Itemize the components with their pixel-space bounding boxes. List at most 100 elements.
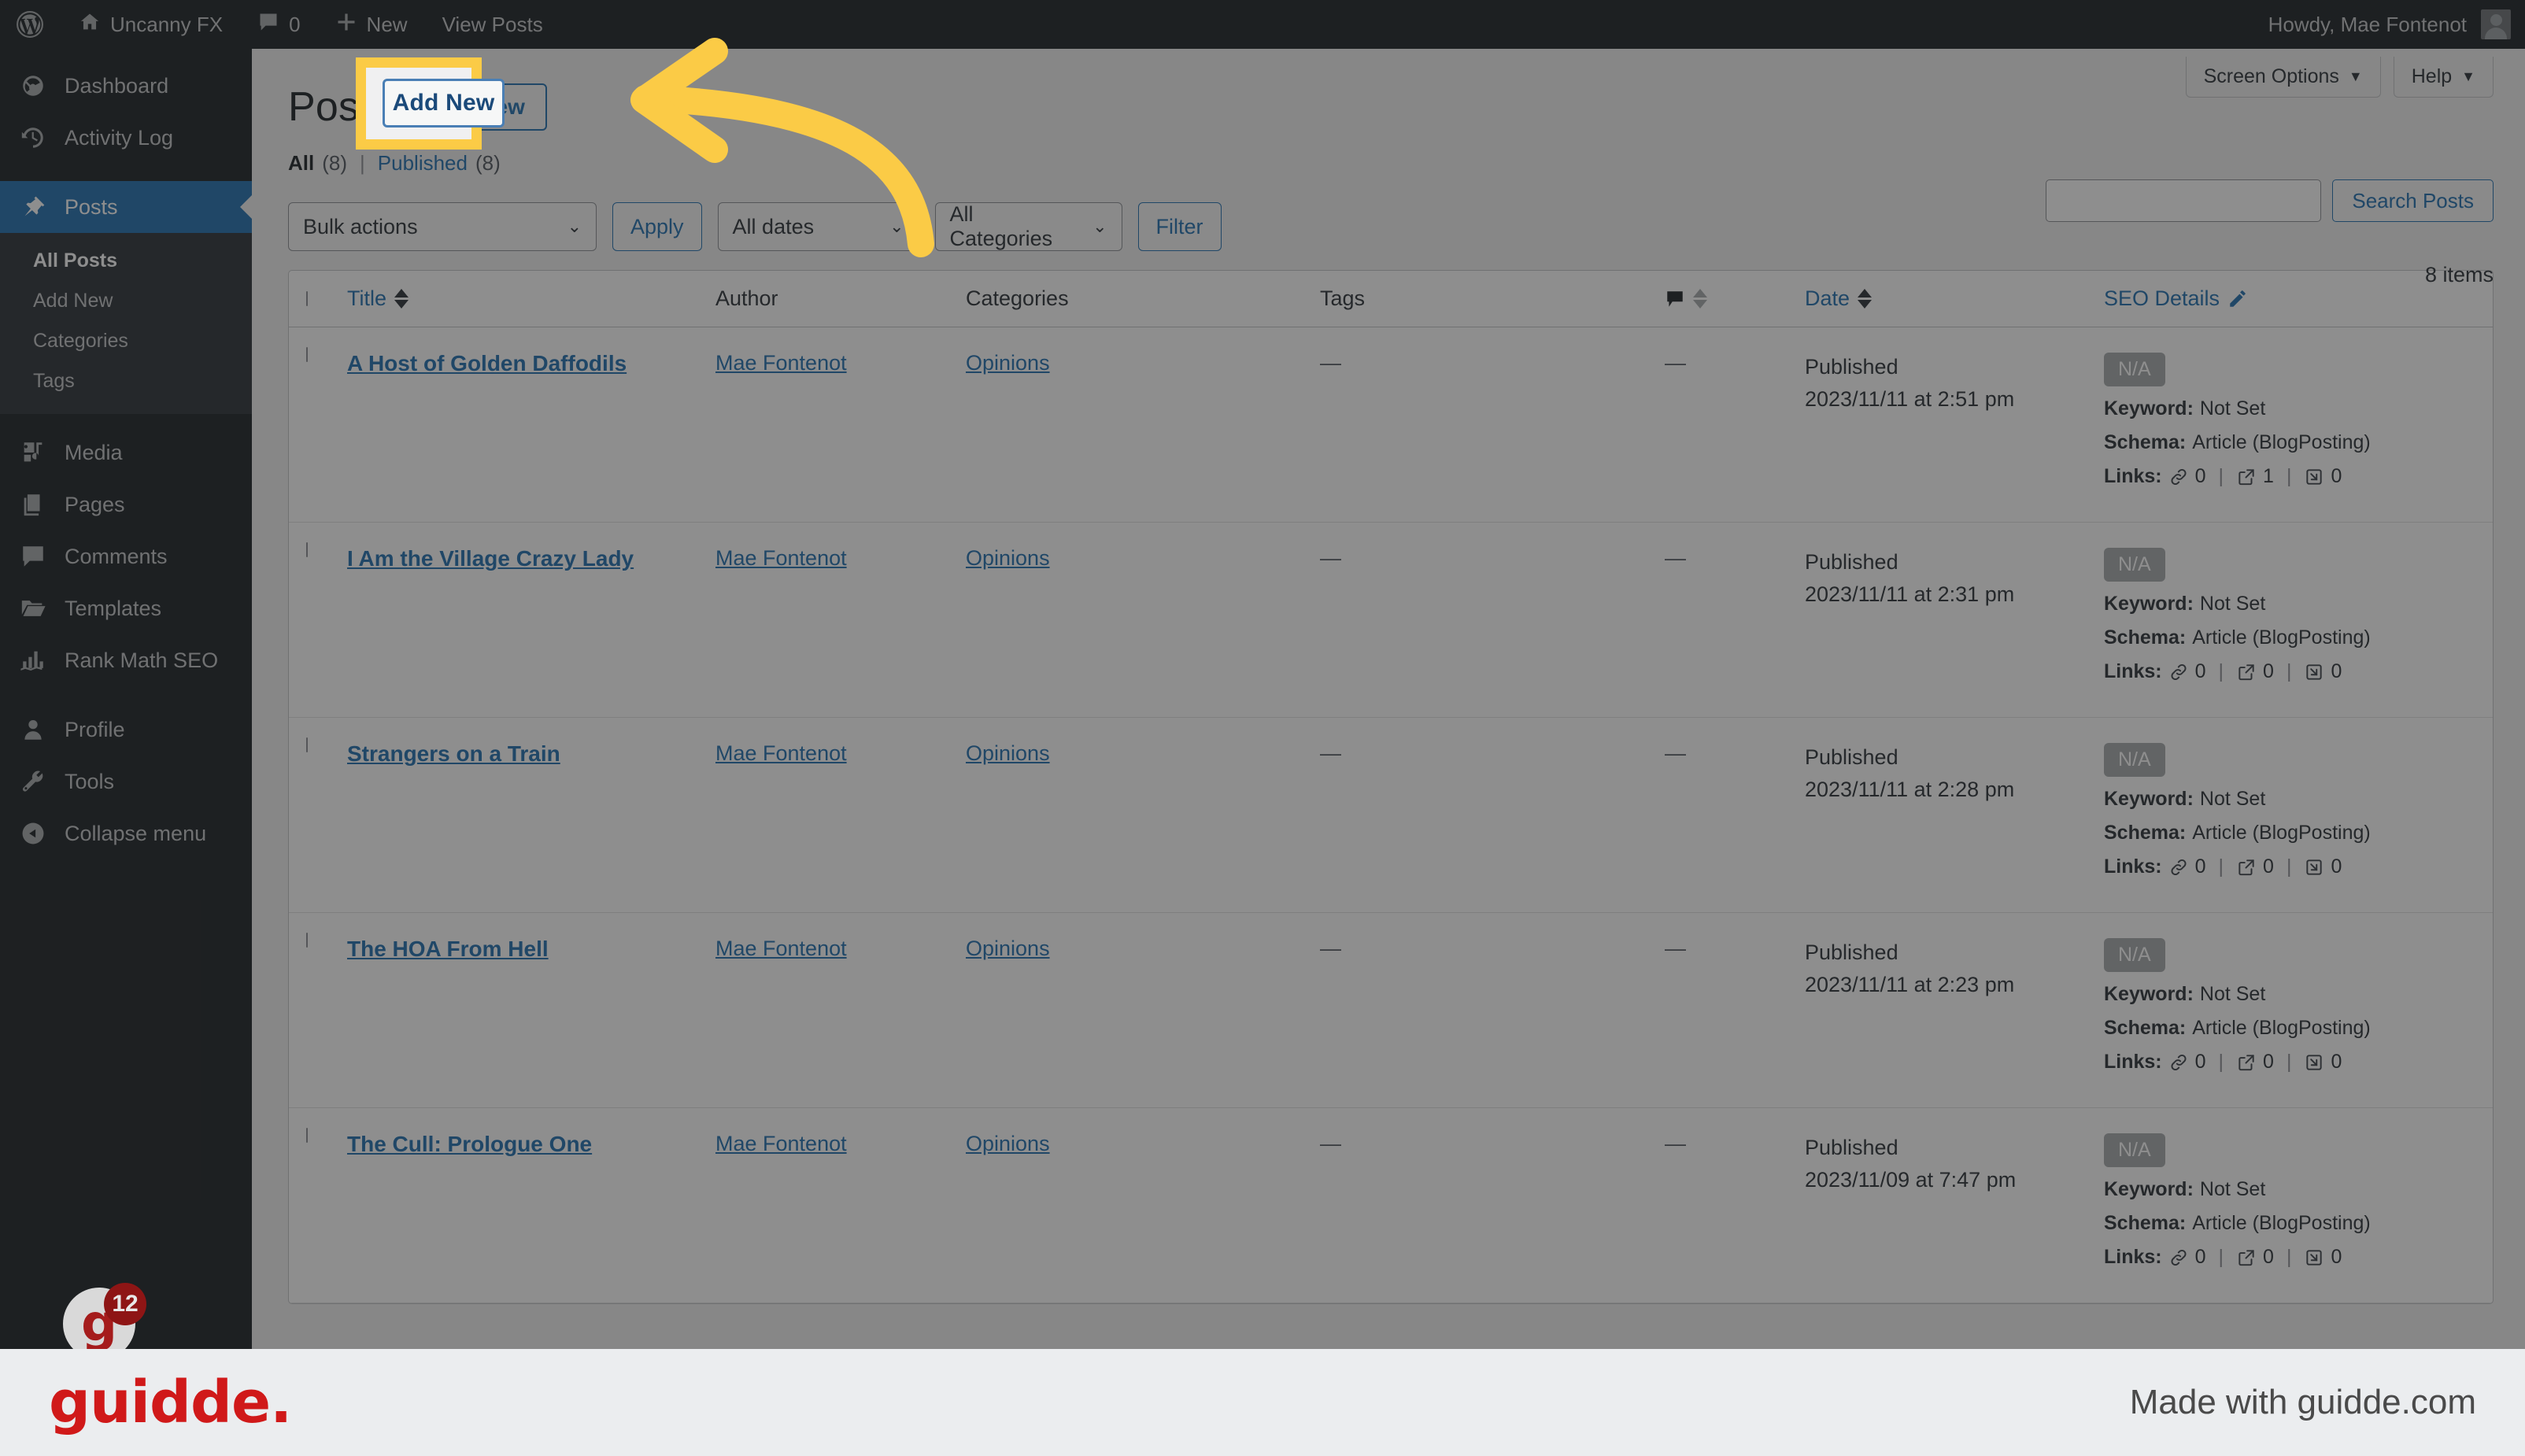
seo-keyword-label: Keyword: [2104,983,2194,1006]
post-author-link[interactable]: Mae Fontenot [715,741,847,765]
post-title-link[interactable]: A Host of Golden Daffodils [347,351,627,375]
bulk-actions-value: Bulk actions [303,214,418,238]
sidebar-item-comments[interactable]: Comments [0,530,252,582]
post-date-status: Published [1805,1136,1898,1160]
sidebar-item-categories[interactable]: Categories [0,321,252,361]
post-category-link[interactable]: Opinions [966,546,1050,570]
link-incoming-icon [2304,1247,2324,1268]
post-category-link[interactable]: Opinions [966,937,1050,960]
bar-chart-icon [17,647,49,674]
sidebar-item-templates[interactable]: Templates [0,582,252,634]
column-header-date[interactable]: Date [1805,286,2104,311]
guidde-footer: guidde. Made with guidde.com [0,1349,2525,1456]
sidebar-item-media[interactable]: Media [0,427,252,479]
seo-links-separator: | [2218,660,2224,683]
site-name-menu[interactable]: Uncanny FX [61,0,240,49]
status-count-all: (8) [322,151,348,176]
post-author-link[interactable]: Mae Fontenot [715,351,847,375]
sidebar-item-posts[interactable]: Posts [0,181,252,233]
sidebar-item-label: Dashboard [65,73,169,98]
table-header-row: Title Author Categories Tags Date SEO De… [289,271,2493,328]
link-chain-icon [2168,662,2189,682]
column-header-comments[interactable] [1665,289,1805,309]
column-header-author: Author [715,286,966,311]
search-input[interactable] [2046,179,2322,222]
post-category-link[interactable]: Opinions [966,1132,1050,1155]
column-label: SEO Details [2104,286,2220,311]
row-checkbox[interactable] [306,542,347,558]
sidebar-item-dashboard[interactable]: Dashboard [0,60,252,112]
chevron-down-icon: ▼ [2348,68,2363,84]
post-author-link[interactable]: Mae Fontenot [715,1132,847,1155]
seo-links-incoming: 0 [2331,855,2342,878]
filter-button[interactable]: Filter [1137,202,1222,252]
sidebar-item-tags[interactable]: Tags [0,361,252,401]
comments-bubble-menu[interactable]: 0 [240,0,317,49]
row-checkbox[interactable] [306,1128,347,1144]
seo-keyword-value: Not Set [2199,788,2266,811]
sidebar-item-profile[interactable]: Profile [0,704,252,756]
wp-logo-menu[interactable] [0,0,61,49]
add-new-button-highlighted[interactable]: Add New [383,79,505,127]
seo-links-label: Links: [2104,855,2162,878]
seo-schema-value: Article (BlogPosting) [2192,1212,2371,1235]
seo-links: Links: 0 | 0 | 0 [2104,855,2493,878]
seo-links-separator: | [2286,1246,2292,1269]
sidebar-item-rank-math-seo[interactable]: Rank Math SEO [0,634,252,686]
row-checkbox[interactable] [306,933,347,948]
post-tags: — [1320,937,1341,961]
screen-options-button[interactable]: Screen Options ▼ [2185,57,2381,98]
seo-score-badge: N/A [2104,743,2165,778]
pencil-icon [2227,289,2248,309]
post-tags: — [1320,741,1341,766]
sidebar-item-activity-log[interactable]: Activity Log [0,112,252,164]
posts-table: Title Author Categories Tags Date SEO De… [288,270,2494,1305]
sidebar-item-tools[interactable]: Tools [0,756,252,807]
select-all-checkbox[interactable] [306,290,347,306]
view-posts-menu[interactable]: View Posts [425,0,560,49]
submenu-label: All Posts [33,249,117,272]
screen-meta-links: Screen Options ▼ Help ▼ [2185,57,2494,98]
sidebar-divider [0,414,252,427]
post-title-link[interactable]: I Am the Village Crazy Lady [347,546,634,571]
column-header-title[interactable]: Title [347,286,715,311]
clock-history-icon [17,124,49,151]
seo-keyword: Keyword: Not Set [2104,397,2493,420]
site-name: Uncanny FX [110,12,224,36]
category-filter-select[interactable]: All Categories ⌄ [934,202,1122,252]
post-author-link[interactable]: Mae Fontenot [715,546,847,570]
link-chain-icon [2168,467,2189,487]
column-label: Tags [1320,286,1366,311]
sidebar-item-collapse-menu[interactable]: Collapse menu [0,807,252,859]
sidebar-item-all-posts[interactable]: All Posts [0,241,252,281]
help-button[interactable]: Help ▼ [2393,57,2494,98]
wordpress-admin: Uncanny FX 0 New View Posts Howdy, Mae F… [0,0,2525,1349]
post-category-link[interactable]: Opinions [966,741,1050,765]
seo-schema-value: Article (BlogPosting) [2192,431,2371,454]
sidebar-item-pages[interactable]: Pages [0,479,252,530]
post-title-link[interactable]: The Cull: Prologue One [347,1132,592,1156]
row-checkbox[interactable] [306,347,347,363]
status-link-all[interactable]: All [288,151,314,176]
row-checkbox[interactable] [306,737,347,753]
post-tags: — [1320,546,1341,571]
column-header-seo-details[interactable]: SEO Details [2104,286,2493,311]
post-category-link[interactable]: Opinions [966,351,1050,375]
chevron-down-icon: ⌄ [1092,216,1107,237]
seo-links-incoming: 0 [2331,1051,2342,1074]
link-chain-icon [2168,857,2189,878]
post-author-link[interactable]: Mae Fontenot [715,937,847,960]
post-title-link[interactable]: The HOA From Hell [347,937,549,961]
seo-keyword-label: Keyword: [2104,593,2194,615]
column-label: Author [715,286,778,311]
post-date-value: 2023/11/09 at 7:47 pm [1805,1167,2017,1192]
search-posts-button[interactable]: Search Posts [2332,179,2494,222]
seo-links: Links: 0 | 0 | 0 [2104,660,2493,683]
post-title-link[interactable]: Strangers on a Train [347,741,560,766]
account-menu[interactable]: Howdy, Mae Fontenot [2268,9,2525,39]
sidebar-item-label: Collapse menu [65,821,207,845]
new-content-menu[interactable]: New [318,0,425,49]
status-link-published[interactable]: Published [378,151,468,176]
sidebar-item-add-new[interactable]: Add New [0,281,252,321]
status-count-published: (8) [475,151,501,176]
